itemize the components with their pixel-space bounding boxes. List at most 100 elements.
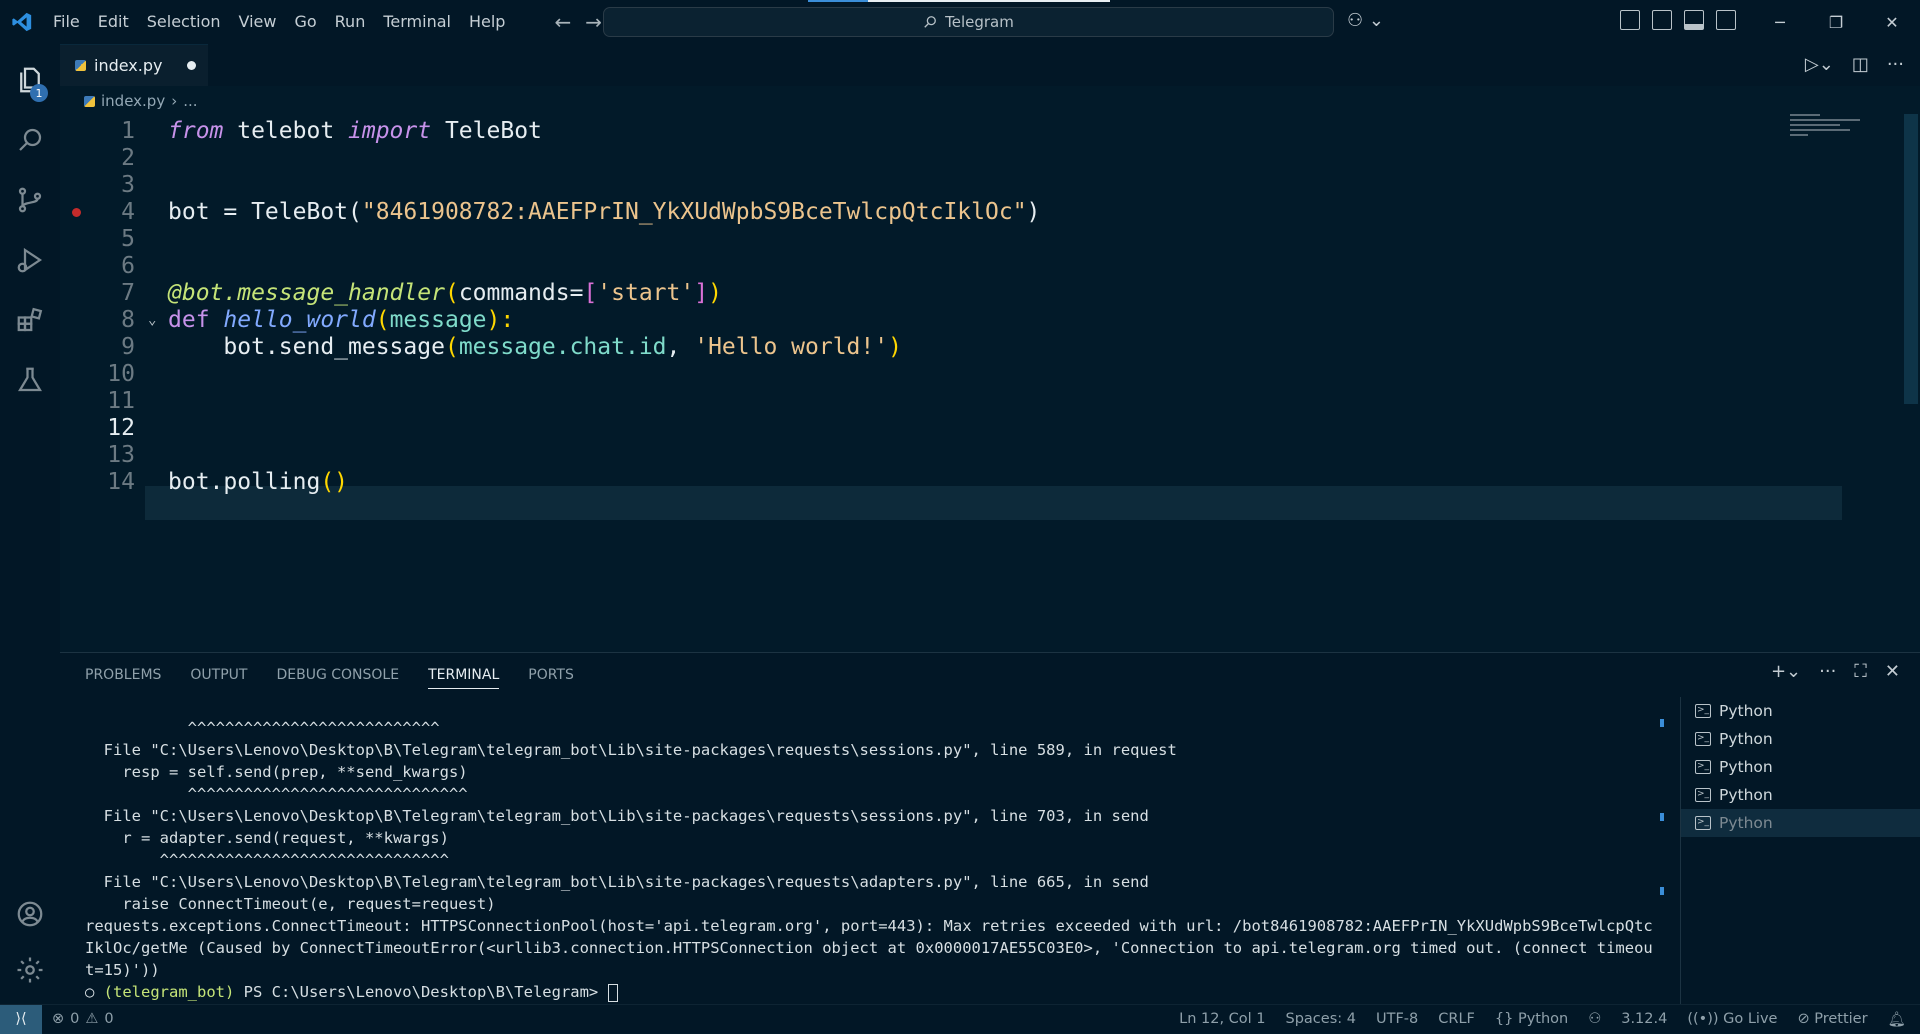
menu-view[interactable]: View	[230, 0, 286, 44]
terminal-line: File "C:\Users\Lenovo\Desktop\B\Telegram…	[85, 873, 1149, 891]
forward-arrow-icon[interactable]: →	[585, 10, 602, 34]
indentation[interactable]: Spaces: 4	[1286, 1011, 1356, 1028]
terminal-line: IklOc/getMe (Caused by ConnectTimeoutErr…	[85, 939, 1653, 957]
run-python-icon[interactable]: ▷⌄	[1805, 54, 1834, 75]
braces-icon: {}	[1494, 1010, 1518, 1027]
run-debug-icon[interactable]	[0, 230, 60, 290]
terminal-list: >_ Python >_ Python >_ Python >_ Python >_ Py…	[1680, 697, 1920, 1007]
source-control-icon[interactable]	[0, 170, 60, 230]
copilot-icon[interactable]: ⚇ ⌄	[1347, 10, 1384, 31]
check-icon: ⊘	[1797, 1010, 1815, 1027]
terminal-icon: >_	[1695, 732, 1711, 746]
menu-terminal[interactable]: Terminal	[374, 0, 460, 44]
tab-terminal[interactable]: TERMINAL	[428, 667, 500, 689]
panel-actions: +⌄ ··· ⛶ ✕	[1771, 661, 1900, 682]
split-editor-icon[interactable]: ◫	[1852, 54, 1869, 75]
title-progress-accent	[808, 0, 868, 2]
tab-ports[interactable]: PORTS	[528, 667, 574, 689]
toggle-secondary-sidebar-icon[interactable]	[1716, 10, 1736, 30]
back-arrow-icon[interactable]: ←	[554, 10, 571, 34]
terminal-output[interactable]: ^^^^^^^^^^^^^^^^^^^^^^^^^^^ File "C:\Use…	[85, 717, 1660, 1003]
language-mode[interactable]: {} Python	[1495, 1011, 1568, 1028]
terminal-list-item[interactable]: >_ Python	[1681, 697, 1920, 725]
tab-index-py[interactable]: index.py	[60, 44, 208, 86]
terminal-line: t=15)'))	[85, 961, 160, 979]
python-version[interactable]: 3.12.4	[1621, 1011, 1667, 1028]
customize-layout-icon[interactable]	[1620, 10, 1640, 30]
code-editor[interactable]: 1 from telebot import TeleBot 2 3 4 bot …	[60, 114, 1920, 650]
toggle-panel-icon[interactable]	[1684, 10, 1704, 30]
remote-indicator-icon[interactable]: ⟩⟨	[0, 1004, 42, 1034]
copilot-status-icon[interactable]: ⚇	[1588, 1011, 1601, 1028]
python-file-icon	[84, 95, 95, 107]
terminal-line: ^^^^^^^^^^^^^^^^^^^^^^^^^^^^^^	[85, 785, 468, 803]
search-activity-icon[interactable]	[0, 110, 60, 170]
unsaved-dot-icon[interactable]	[187, 61, 196, 70]
line-text: bot.polling()	[168, 469, 349, 495]
terminal-list-item[interactable]: >_ Python	[1681, 781, 1920, 809]
menu-edit[interactable]: Edit	[89, 0, 138, 44]
panel-tabs: PROBLEMS OUTPUT DEBUG CONSOLE TERMINAL P…	[85, 667, 574, 689]
more-actions-icon[interactable]: ···	[1819, 661, 1836, 682]
vscode-logo-icon	[0, 0, 44, 44]
more-actions-icon[interactable]: ···	[1887, 54, 1904, 75]
prettier[interactable]: ⊘ Prettier	[1797, 1011, 1867, 1028]
layout-controls	[1620, 10, 1736, 30]
extensions-icon[interactable]	[0, 290, 60, 350]
bottom-panel: PROBLEMS OUTPUT DEBUG CONSOLE TERMINAL P…	[60, 652, 1920, 1007]
broadcast-icon: ((•))	[1687, 1010, 1724, 1027]
warning-icon: ⚠	[85, 1011, 99, 1027]
settings-gear-icon[interactable]	[0, 940, 60, 1000]
command-center-label: Telegram	[945, 13, 1014, 31]
minimap[interactable]	[1790, 114, 1870, 154]
line-number: 14	[107, 469, 135, 495]
terminal-prompt-line: ○ (telegram_bot) PS C:\Users\Lenovo\Desk…	[85, 981, 1660, 1003]
status-right: Ln 12, Col 1 Spaces: 4 UTF-8 CRLF {} Pyt…	[1179, 1011, 1906, 1028]
cursor-position[interactable]: Ln 12, Col 1	[1179, 1011, 1265, 1028]
terminal-list-item[interactable]: >_ Python	[1681, 753, 1920, 781]
terminal-list-item[interactable]: >_ Python	[1681, 725, 1920, 753]
terminal-list-item[interactable]: >_ Python	[1681, 809, 1920, 837]
activity-bar: 1	[0, 44, 60, 1004]
tab-label: index.py	[94, 56, 163, 75]
restore-icon[interactable]: ❐	[1808, 0, 1864, 44]
python-file-icon	[75, 60, 86, 71]
terminal-icon: >_	[1695, 760, 1711, 774]
line-ending[interactable]: CRLF	[1438, 1011, 1475, 1028]
new-terminal-icon[interactable]: +⌄	[1771, 661, 1801, 682]
circle-icon: ○	[85, 983, 104, 1001]
search-icon	[924, 16, 937, 28]
editor-scrollbar[interactable]	[1904, 114, 1918, 404]
go-live[interactable]: ((•)) Go Live	[1687, 1011, 1777, 1028]
toggle-sidebar-icon[interactable]	[1652, 10, 1672, 30]
code-line[interactable]: 14 bot.polling()	[60, 465, 1780, 499]
tab-problems[interactable]: PROBLEMS	[85, 667, 161, 689]
command-center[interactable]: Telegram	[603, 7, 1334, 37]
warning-count: 0	[104, 1011, 114, 1027]
tab-output[interactable]: OUTPUT	[190, 667, 247, 689]
maximize-panel-icon[interactable]: ⛶	[1854, 661, 1867, 682]
close-window-icon[interactable]: ✕	[1864, 0, 1920, 44]
menu-help[interactable]: Help	[460, 0, 514, 44]
title-bar: File Edit Selection View Go Run Terminal…	[0, 0, 1920, 44]
breadcrumb-file[interactable]: index.py	[101, 92, 165, 110]
terminal-path: PS C:\Users\Lenovo\Desktop\B\Telegram>	[234, 983, 608, 1001]
testing-icon[interactable]	[0, 350, 60, 410]
problems-summary[interactable]: ⊗ 0 ⚠ 0	[52, 1011, 114, 1027]
minimize-icon[interactable]: ─	[1752, 0, 1808, 44]
explorer-icon[interactable]: 1	[0, 50, 60, 110]
menu-go[interactable]: Go	[285, 0, 325, 44]
breadcrumb-symbols[interactable]: ...	[183, 92, 197, 110]
menu-file[interactable]: File	[44, 0, 89, 44]
encoding[interactable]: UTF-8	[1376, 1011, 1418, 1028]
menu-run[interactable]: Run	[326, 0, 375, 44]
tab-debug-console[interactable]: DEBUG CONSOLE	[276, 667, 399, 689]
menu-selection[interactable]: Selection	[138, 0, 230, 44]
account-icon[interactable]	[0, 884, 60, 944]
terminal-icon: >_	[1695, 816, 1711, 830]
status-bar: ⟩⟨ ⊗ 0 ⚠ 0 Ln 12, Col 1 Spaces: 4 UTF-8 CR…	[0, 1004, 1920, 1034]
close-panel-icon[interactable]: ✕	[1885, 661, 1900, 682]
terminal-line: r = adapter.send(request, **kwargs)	[85, 829, 449, 847]
notifications-bell-icon[interactable]: 🔔︎	[1888, 1011, 1906, 1028]
terminal-scroll-markers	[1660, 717, 1664, 1007]
